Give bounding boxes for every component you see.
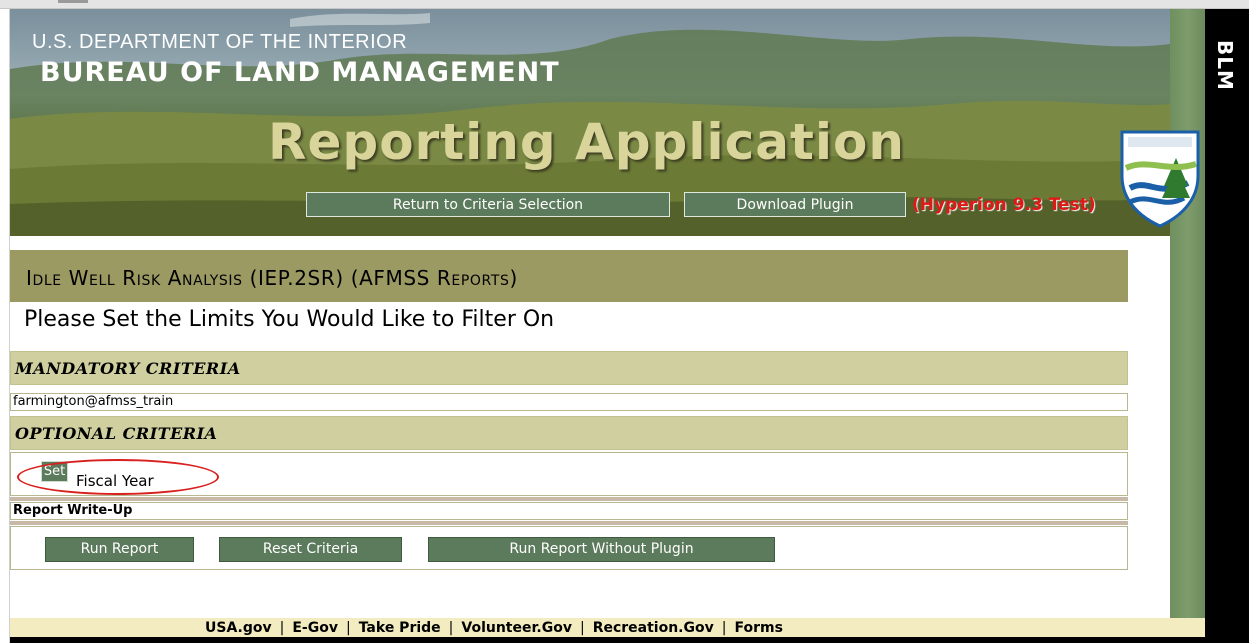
app-title: Reporting Application	[268, 113, 905, 171]
report-title: Idle Well Risk Analysis (IEP.2SR) (AFMSS…	[26, 266, 518, 290]
mandatory-criteria-value-row: farmington@afmss_train	[10, 393, 1128, 411]
right-green-strip	[1170, 9, 1205, 633]
environment-label: (Hyperion 9.3 Test)	[912, 195, 1096, 215]
mandatory-criteria-heading: MANDATORY CRITERIA	[15, 359, 241, 378]
footer-link-take-pride[interactable]: Take Pride	[359, 620, 441, 636]
window-top-edge	[0, 0, 1249, 9]
blm-side-label: BLM	[1213, 40, 1237, 91]
footer-links: USA.gov | E-Gov | Take Pride | Volunteer.Gov | R…	[205, 620, 783, 636]
optional-criteria-header: OPTIONAL CRITERIA	[10, 416, 1128, 450]
footer-link-recreation-gov[interactable]: Recreation.Gov	[593, 620, 714, 636]
report-writeup-label: Report Write-Up	[13, 503, 133, 518]
department-name: U.S. DEPARTMENT OF THE INTERIOR	[32, 31, 408, 53]
footer-link-usa-gov[interactable]: USA.gov	[205, 620, 272, 636]
highlight-circle	[17, 459, 219, 495]
optional-criteria-heading: OPTIONAL CRITERIA	[15, 424, 218, 443]
mandatory-criteria-value: farmington@afmss_train	[13, 394, 174, 409]
window-top-tick	[58, 0, 88, 3]
return-to-criteria-button[interactable]: Return to Criteria Selection	[306, 192, 670, 217]
bureau-name: BUREAU OF LAND MANAGEMENT	[40, 57, 560, 88]
footer-link-e-gov[interactable]: E-Gov	[292, 620, 338, 636]
report-subtitle: Please Set the Limits You Would Like to …	[24, 307, 555, 332]
report-writeup-row: Report Write-Up	[10, 502, 1128, 520]
left-border	[0, 9, 10, 643]
report-title-bar: Idle Well Risk Analysis (IEP.2SR) (AFMSS…	[10, 250, 1128, 302]
footer-link-volunteer-gov[interactable]: Volunteer.Gov	[461, 620, 572, 636]
bottom-strip	[10, 637, 1205, 643]
run-report-button[interactable]: Run Report	[45, 537, 194, 562]
reset-criteria-button[interactable]: Reset Criteria	[219, 537, 402, 562]
separator-bar	[10, 497, 1128, 501]
optional-criteria-section: OPTIONAL CRITERIA	[10, 416, 1128, 450]
mandatory-criteria-section: MANDATORY CRITERIA	[10, 351, 1128, 385]
mandatory-criteria-header: MANDATORY CRITERIA	[10, 351, 1128, 385]
run-report-without-plugin-button[interactable]: Run Report Without Plugin	[428, 537, 775, 562]
download-plugin-button[interactable]: Download Plugin	[684, 192, 906, 217]
blm-logo-icon	[1118, 128, 1202, 232]
header-banner: U.S. DEPARTMENT OF THE INTERIOR BUREAU O…	[10, 9, 1170, 236]
footer-link-forms[interactable]: Forms	[734, 620, 782, 636]
right-black-strip	[1205, 9, 1249, 643]
action-button-box: Run Report Reset Criteria Run Report Wit…	[10, 526, 1128, 570]
separator-bar	[10, 521, 1128, 525]
